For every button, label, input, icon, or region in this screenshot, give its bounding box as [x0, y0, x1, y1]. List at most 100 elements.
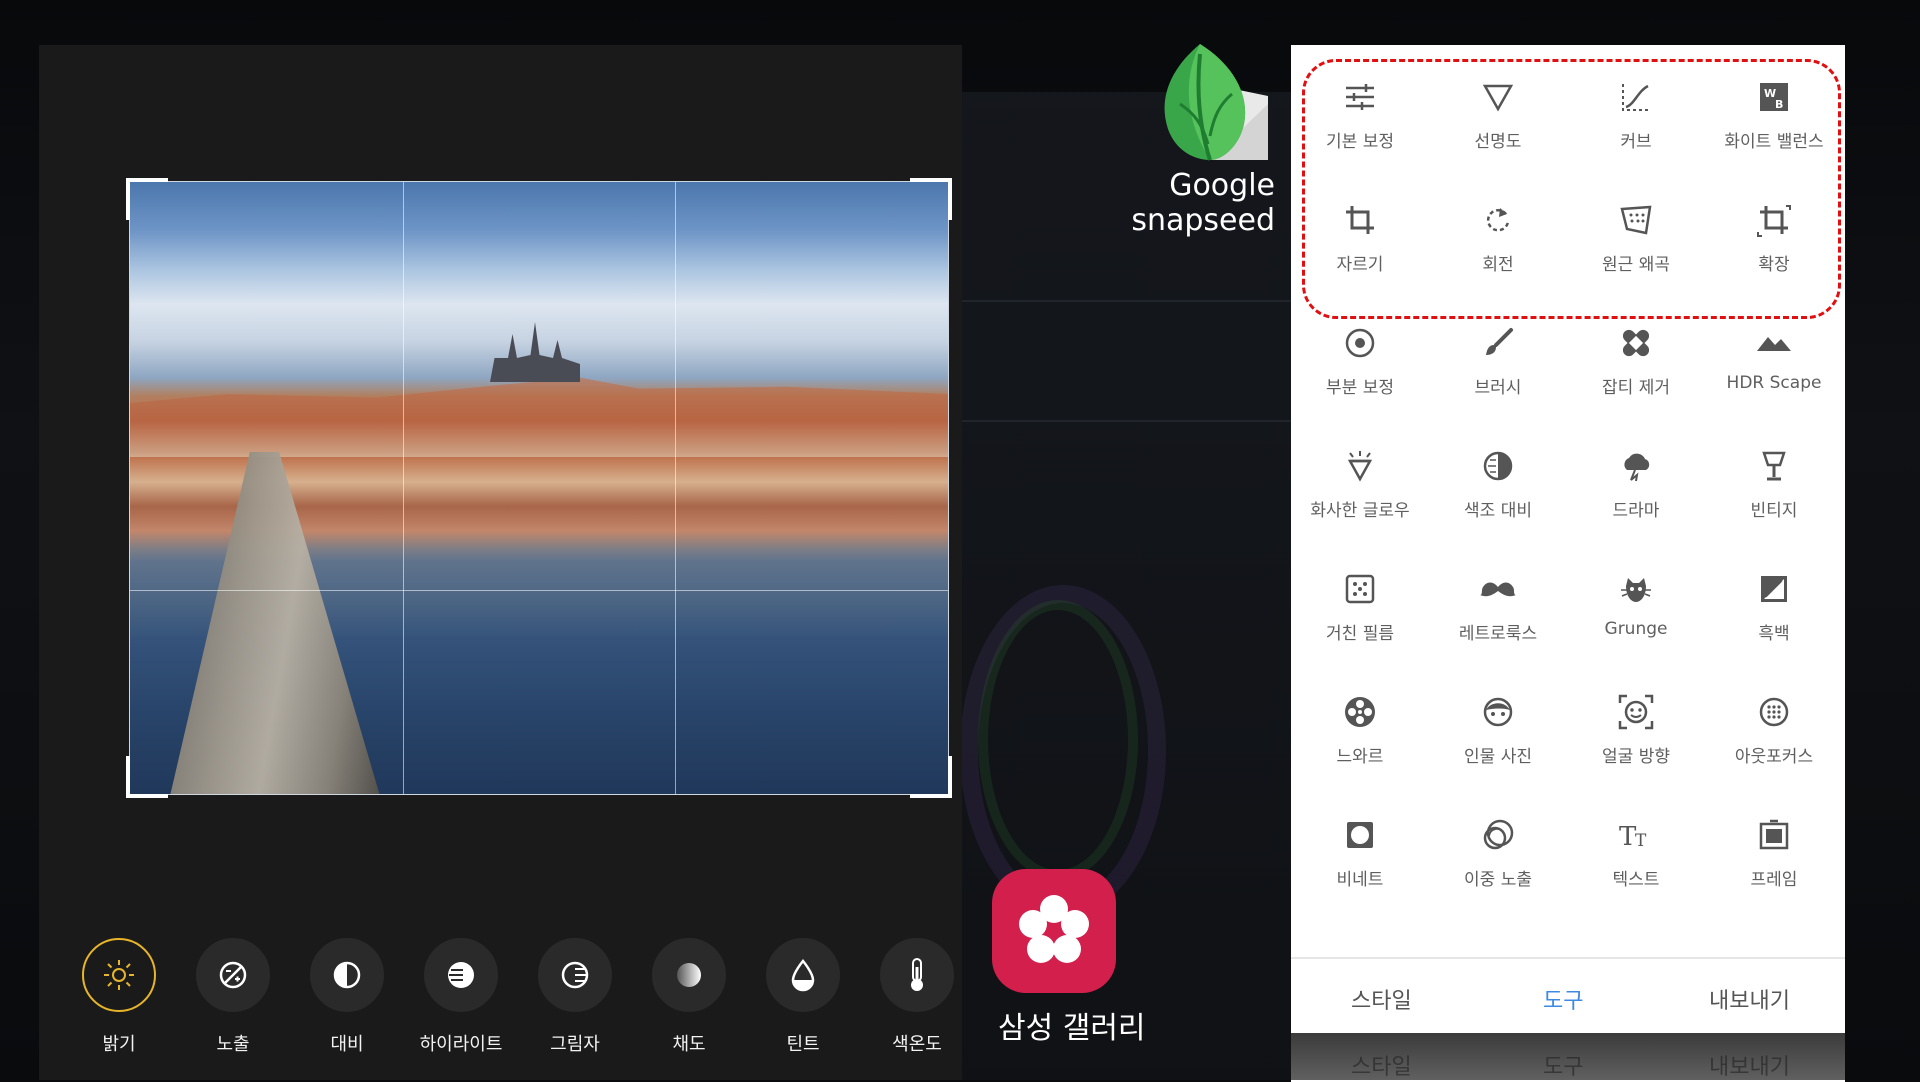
head-pose-icon — [1616, 692, 1656, 732]
tool-tune-image[interactable]: 기본 보정 — [1291, 59, 1429, 169]
cropped-tab-text: 스타일 — [1351, 1055, 1412, 1080]
crop-icon — [1340, 200, 1380, 240]
adjust-temperature-button[interactable]: 색온도 — [860, 938, 974, 1056]
tool-frames[interactable]: 프레임 — [1705, 797, 1843, 907]
tool-healing[interactable]: 잡티 제거 — [1567, 305, 1705, 415]
grunge-icon — [1616, 569, 1656, 609]
hdr-icon — [1754, 323, 1794, 363]
retrolux-icon — [1478, 569, 1518, 609]
tool-brush[interactable]: 브러시 — [1429, 305, 1567, 415]
tool-label: 얼굴 방향 — [1602, 747, 1670, 767]
tool-crop[interactable]: 자르기 — [1291, 182, 1429, 292]
vignette-icon — [1340, 815, 1380, 855]
photo-castle — [490, 322, 580, 382]
tool-vintage[interactable]: 빈티지 — [1705, 428, 1843, 538]
tool-glamour-glow[interactable]: 화사한 글로우 — [1291, 428, 1429, 538]
snapseed-brand-line2: snapseed — [1131, 203, 1275, 238]
text-icon: TT — [1616, 815, 1656, 855]
background-divider — [962, 420, 1292, 422]
tool-grainy-film[interactable]: 거친 필름 — [1291, 551, 1429, 661]
tool-noir[interactable]: 느와르 — [1291, 674, 1429, 784]
tool-label: 화이트 밸런스 — [1724, 132, 1824, 152]
rotate-icon — [1478, 200, 1518, 240]
saturation-icon — [652, 938, 726, 1012]
tool-details[interactable]: 선명도 — [1429, 59, 1567, 169]
tool-lens-blur[interactable]: 아웃포커스 — [1705, 674, 1843, 784]
tool-perspective[interactable]: 원근 왜곡 — [1567, 182, 1705, 292]
tool-text[interactable]: TT 텍스트 — [1567, 797, 1705, 907]
tool-drama[interactable]: 드라마 — [1567, 428, 1705, 538]
tool-selective[interactable]: 부분 보정 — [1291, 305, 1429, 415]
tool-label: 아웃포커스 — [1734, 747, 1814, 767]
crop-handle-bottom-right[interactable] — [910, 756, 952, 798]
flower-icon — [1019, 895, 1089, 963]
adjust-label: 하이라이트 — [419, 1034, 503, 1055]
tool-label: 화사한 글로우 — [1310, 501, 1410, 521]
tool-hdr-scape[interactable]: HDR Scape — [1705, 305, 1843, 415]
tool-head-pose[interactable]: 얼굴 방향 — [1567, 674, 1705, 784]
crop-handle-top-right[interactable] — [910, 178, 952, 220]
tool-tonal-contrast[interactable]: 색조 대비 — [1429, 428, 1567, 538]
curves-icon — [1616, 77, 1656, 117]
samsung-gallery-logo — [992, 869, 1116, 993]
adjust-exposure-button[interactable]: 노출 — [176, 938, 290, 1056]
adjustment-toolbar: 밝기 노출 대비 하이라이트 그림자 채도 틴트 색온도 — [62, 938, 954, 1058]
lens-blur-icon — [1754, 692, 1794, 732]
crop-grid-line — [402, 182, 404, 794]
tool-rotate[interactable]: 회전 — [1429, 182, 1567, 292]
tool-white-balance[interactable]: WB 화이트 밸런스 — [1705, 59, 1843, 169]
tool-label: 부분 보정 — [1326, 378, 1394, 398]
crop-handle-bottom-left[interactable] — [126, 756, 168, 798]
snapseed-tools-panel: 기본 보정 선명도 커브 WB 화이트 밸런스 자르기 회전 원근 왜곡 확장 … — [1291, 45, 1845, 1082]
temperature-icon — [880, 938, 954, 1012]
tool-black-white[interactable]: 흑백 — [1705, 551, 1843, 661]
tool-label: 인물 사진 — [1464, 747, 1532, 767]
contrast-icon — [310, 938, 384, 1012]
adjust-tint-button[interactable]: 틴트 — [746, 938, 860, 1056]
adjust-contrast-button[interactable]: 대비 — [290, 938, 404, 1056]
background-color-wheel-inner — [978, 600, 1138, 880]
tool-double-exposure[interactable]: 이중 노출 — [1429, 797, 1567, 907]
cropped-duplicate-bar: 스타일 도구 내보내기 — [1291, 1033, 1845, 1080]
tool-retrolux[interactable]: 레트로룩스 — [1429, 551, 1567, 661]
adjust-label: 색온도 — [892, 1034, 942, 1055]
crop-grid-line — [675, 182, 677, 794]
tool-label: 기본 보정 — [1326, 132, 1394, 152]
samsung-gallery-label: 삼성 갤러리 — [998, 1011, 1146, 1046]
adjust-shadows-button[interactable]: 그림자 — [518, 938, 632, 1056]
adjust-label: 밝기 — [102, 1034, 136, 1055]
tool-expand[interactable]: 확장 — [1705, 182, 1843, 292]
tool-portrait[interactable]: 인물 사진 — [1429, 674, 1567, 784]
white-balance-icon: WB — [1754, 77, 1794, 117]
brush-icon — [1478, 323, 1518, 363]
vintage-icon — [1754, 446, 1794, 486]
tool-label: 자르기 — [1336, 255, 1384, 275]
tool-label: Grunge — [1604, 619, 1668, 639]
tool-label: 색조 대비 — [1464, 501, 1532, 521]
tool-grunge[interactable]: Grunge — [1567, 551, 1705, 661]
black-white-icon — [1754, 569, 1794, 609]
frames-icon — [1754, 815, 1794, 855]
drama-icon — [1616, 446, 1656, 486]
tool-label: 잡티 제거 — [1602, 378, 1670, 398]
tonal-contrast-icon — [1478, 446, 1518, 486]
adjust-saturation-button[interactable]: 채도 — [632, 938, 746, 1056]
tab-tools[interactable]: 도구 — [1543, 983, 1583, 1015]
selective-icon — [1340, 323, 1380, 363]
tab-styles[interactable]: 스타일 — [1351, 983, 1412, 1015]
tool-vignette[interactable]: 비네트 — [1291, 797, 1429, 907]
tool-label: 회전 — [1482, 255, 1514, 275]
tool-label: 비네트 — [1336, 870, 1384, 890]
edited-photo — [129, 181, 949, 795]
expand-icon — [1754, 200, 1794, 240]
tab-export[interactable]: 내보내기 — [1709, 983, 1790, 1015]
adjust-label: 대비 — [330, 1034, 364, 1055]
crop-frame[interactable] — [126, 178, 952, 798]
adjust-brightness-button[interactable]: 밝기 — [62, 938, 176, 1056]
snapseed-brand-line1: Google — [1169, 168, 1275, 203]
crop-handle-top-left[interactable] — [126, 178, 168, 220]
tool-curves[interactable]: 커브 — [1567, 59, 1705, 169]
tool-label: 브러시 — [1474, 378, 1522, 398]
background-divider — [962, 300, 1292, 302]
adjust-highlights-button[interactable]: 하이라이트 — [404, 938, 518, 1056]
